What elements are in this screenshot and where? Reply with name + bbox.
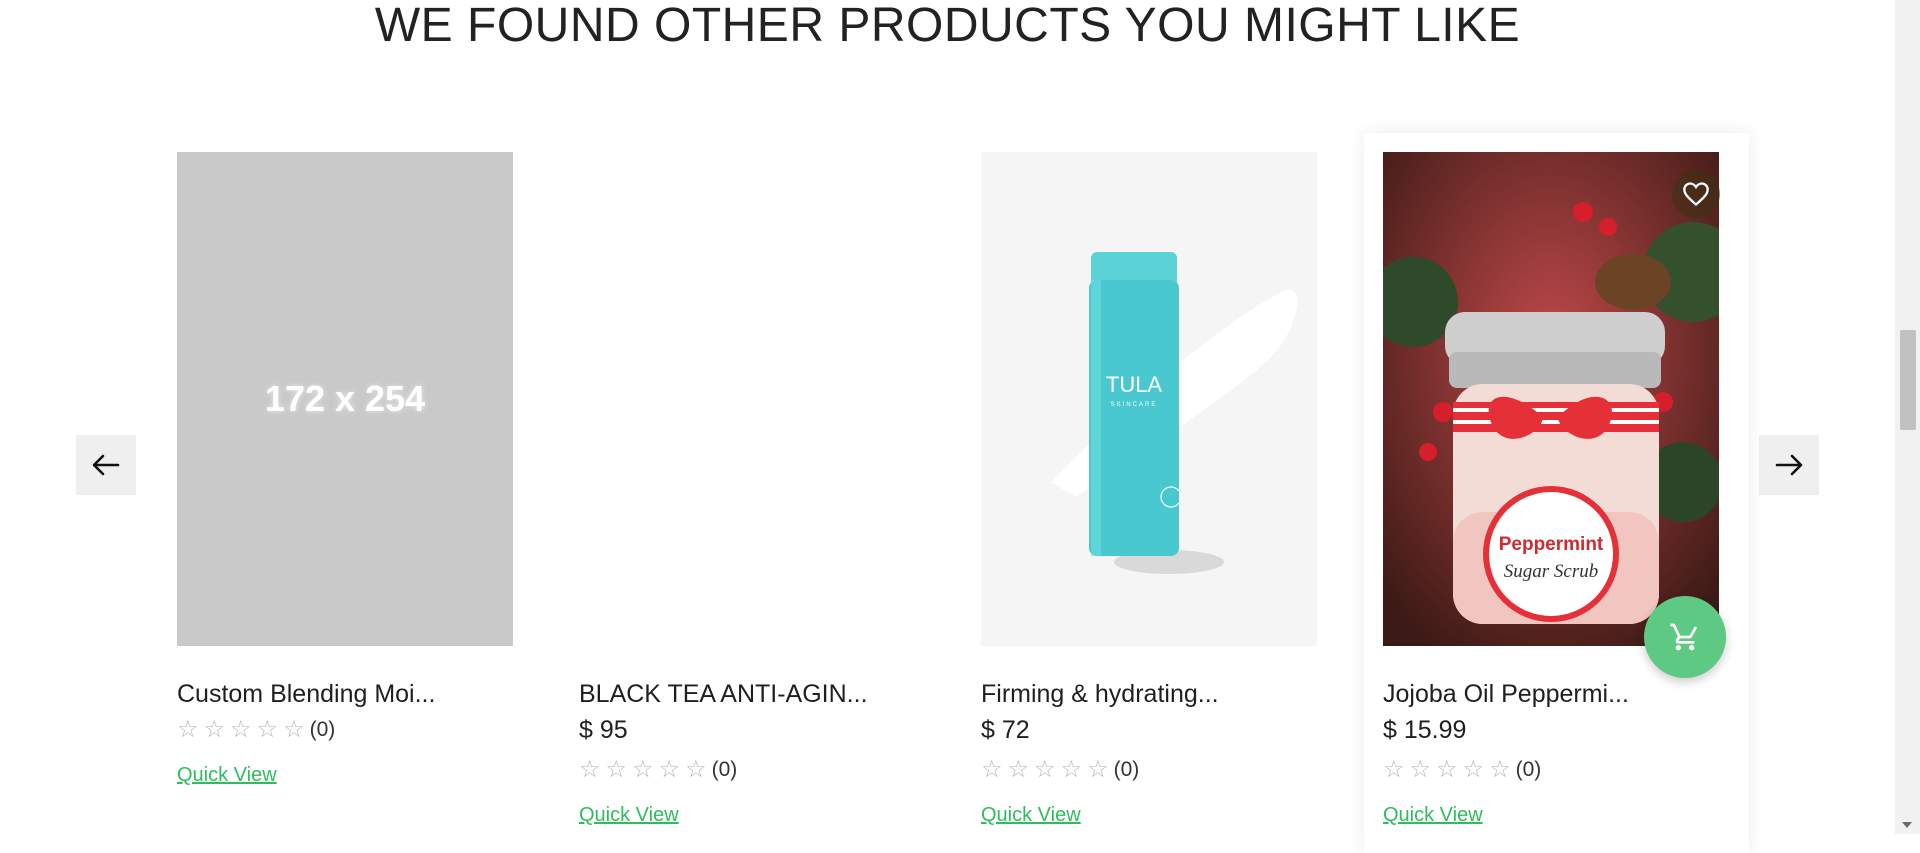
add-to-cart-button[interactable] <box>1644 596 1726 678</box>
star-icon: ☆ <box>605 756 628 783</box>
svg-text:TULA: TULA <box>1106 372 1163 397</box>
rating-stars: ☆ ☆ ☆ ☆ ☆ <box>579 758 707 782</box>
star-icon: ☆ <box>1436 756 1458 783</box>
star-icon: ☆ <box>283 716 305 743</box>
star-icon: ☆ <box>685 756 707 783</box>
rating-count: (0) <box>711 758 738 781</box>
product-rating: ☆ ☆ ☆ ☆ ☆ (0) <box>177 718 335 742</box>
rating-stars: ☆ ☆ ☆ ☆ ☆ <box>1383 758 1511 782</box>
peppermint-scrub-illustration: Peppermint Sugar Scrub <box>1383 152 1719 646</box>
product-image[interactable] <box>579 152 915 646</box>
arrow-left-icon <box>92 454 120 476</box>
star-icon: ☆ <box>579 756 601 783</box>
product-name[interactable]: Jojoba Oil Peppermi... <box>1383 680 1629 709</box>
scrollbar-thumb[interactable] <box>1900 330 1916 430</box>
product-name[interactable]: Firming & hydrating... <box>981 680 1219 709</box>
rating-stars: ☆ ☆ ☆ ☆ ☆ <box>177 718 305 742</box>
star-icon: ☆ <box>203 716 226 743</box>
star-icon: ☆ <box>1087 756 1109 783</box>
star-icon: ☆ <box>1409 756 1432 783</box>
svg-text:Sugar Scrub: Sugar Scrub <box>1504 561 1598 582</box>
product-rating: ☆ ☆ ☆ ☆ ☆ (0) <box>579 758 737 782</box>
product-name[interactable]: Custom Blending Moi... <box>177 680 435 709</box>
star-icon: ☆ <box>632 756 654 783</box>
star-icon: ☆ <box>1060 756 1083 783</box>
product-rating: ☆ ☆ ☆ ☆ ☆ (0) <box>981 758 1139 782</box>
product-image-placeholder[interactable]: 172 x 254 <box>177 152 513 646</box>
section-title: WE FOUND OTHER PRODUCTS YOU MIGHT LIKE <box>374 0 1521 52</box>
product-name[interactable]: BLACK TEA ANTI-AGIN... <box>579 680 868 709</box>
star-icon: ☆ <box>1383 756 1405 783</box>
star-icon: ☆ <box>1489 756 1511 783</box>
arrow-right-icon <box>1775 454 1803 476</box>
product-image[interactable]: Peppermint Sugar Scrub <box>1383 152 1719 646</box>
rating-count: (0) <box>1113 758 1140 781</box>
cart-icon <box>1670 623 1698 651</box>
star-icon: ☆ <box>981 756 1003 783</box>
rating-count: (0) <box>309 718 336 741</box>
heart-icon <box>1683 182 1709 207</box>
svg-text:SKINCARE: SKINCARE <box>1111 402 1158 408</box>
quick-view-link[interactable]: Quick View <box>579 804 679 827</box>
tula-product-illustration: TULA SKINCARE <box>1051 252 1298 574</box>
product-price: $ 95 <box>579 716 628 744</box>
star-icon: ☆ <box>230 716 252 743</box>
carousel-next-button[interactable] <box>1759 435 1819 495</box>
wishlist-button[interactable] <box>1672 170 1720 218</box>
placeholder-text: 172 x 254 <box>264 378 426 419</box>
quick-view-link[interactable]: Quick View <box>1383 804 1483 827</box>
scroll-down-icon[interactable] <box>1902 822 1912 828</box>
star-icon: ☆ <box>1007 756 1030 783</box>
star-icon: ☆ <box>658 756 681 783</box>
product-price: $ 72 <box>981 716 1030 744</box>
product-image[interactable]: TULA SKINCARE <box>981 152 1317 646</box>
quick-view-link[interactable]: Quick View <box>981 804 1081 827</box>
quick-view-link[interactable]: Quick View <box>177 764 277 787</box>
rating-stars: ☆ ☆ ☆ ☆ ☆ <box>981 758 1109 782</box>
product-price: $ 15.99 <box>1383 716 1467 744</box>
carousel-prev-button[interactable] <box>76 435 136 495</box>
page-scrollbar[interactable] <box>1895 0 1920 834</box>
star-icon: ☆ <box>1462 756 1485 783</box>
product-rating: ☆ ☆ ☆ ☆ ☆ (0) <box>1383 758 1541 782</box>
star-icon: ☆ <box>1034 756 1056 783</box>
rating-count: (0) <box>1515 758 1542 781</box>
star-icon: ☆ <box>177 716 199 743</box>
star-icon: ☆ <box>256 716 279 743</box>
svg-text:Peppermint: Peppermint <box>1499 534 1604 555</box>
